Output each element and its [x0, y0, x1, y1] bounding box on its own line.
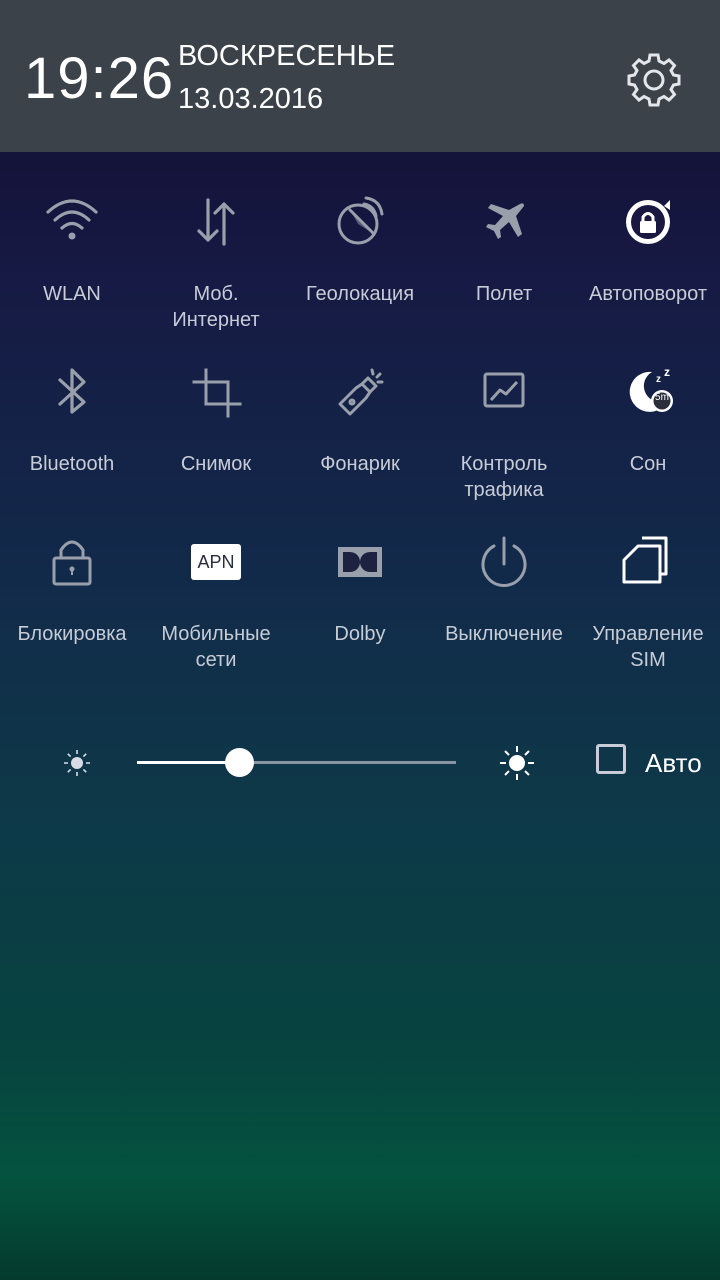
- tile-geolocation[interactable]: Геолокация: [288, 160, 432, 330]
- tile-label: Контроль трафика: [460, 453, 548, 501]
- tile-label: Управление SIM: [592, 623, 704, 671]
- auto-brightness-label: Авто: [645, 748, 702, 778]
- tile-screenshot[interactable]: Снимок: [144, 330, 288, 500]
- bluetooth-icon: [58, 368, 86, 414]
- brightness-slider[interactable]: [137, 748, 456, 777]
- tile-bluetooth[interactable]: Bluetooth: [0, 330, 144, 500]
- brightness-row: Авто: [0, 720, 720, 810]
- tile-autorotate[interactable]: Автоповорот: [576, 160, 720, 330]
- mobile-data-icon: [197, 198, 235, 246]
- power-icon: [481, 536, 527, 587]
- sleep-timer-badge: 5m: [655, 392, 669, 403]
- tile-lock[interactable]: Блокировка: [0, 500, 144, 670]
- status-header: 19:26 ВОСКРЕСЕНЬЕ 13.03.2016: [0, 0, 720, 152]
- lock-icon: [52, 540, 92, 586]
- tile-sim-management[interactable]: Управление SIM: [576, 500, 720, 671]
- tile-mobile-internet[interactable]: Моб. Интернет: [144, 160, 288, 331]
- auto-brightness-checkbox[interactable]: [596, 744, 626, 774]
- traffic-chart-icon: [483, 372, 525, 408]
- tile-label: Снимок: [180, 453, 252, 475]
- tile-flight-mode[interactable]: Полет: [432, 160, 576, 330]
- brightness-slider-fill: [137, 761, 240, 764]
- tile-label: Полет: [475, 283, 533, 305]
- apn-icon: APN: [184, 530, 248, 594]
- svg-text:z: z: [656, 374, 661, 385]
- settings-button[interactable]: [626, 52, 682, 108]
- crop-icon: [192, 368, 242, 418]
- rotation-lock-icon: [626, 200, 670, 244]
- brightness-high-icon: [500, 746, 534, 780]
- flashlight-icon: [338, 368, 384, 416]
- tile-traffic-control[interactable]: Контроль трафика: [432, 330, 576, 501]
- date-label: 13.03.2016: [178, 83, 324, 115]
- weekday-label: ВОСКРЕСЕНЬЕ: [178, 40, 396, 72]
- tile-label: Геолокация: [305, 283, 415, 305]
- tile-label: Блокировка: [17, 623, 127, 645]
- tile-label: WLAN: [43, 283, 101, 305]
- tile-sleep[interactable]: z z 5m Сон: [576, 330, 720, 500]
- tile-label: Выключение: [445, 623, 563, 645]
- tile-label: Автоповорот: [588, 283, 708, 305]
- tile-label: Моб. Интернет: [172, 283, 260, 331]
- tile-label: Dolby: [334, 623, 386, 645]
- clock-time: 19:26: [24, 46, 175, 111]
- tile-label: Фонарик: [320, 453, 400, 475]
- tile-flashlight[interactable]: Фонарик: [288, 330, 432, 500]
- svg-text:z: z: [664, 365, 670, 379]
- tile-label: Bluetooth: [29, 453, 115, 475]
- dolby-icon: [338, 547, 382, 577]
- tile-power-off[interactable]: Выключение: [432, 500, 576, 670]
- sim-cards-icon: [622, 536, 668, 584]
- apn-badge: APN: [191, 544, 241, 580]
- tile-label: Мобильные сети: [161, 623, 271, 671]
- tile-wlan[interactable]: WLAN: [0, 160, 144, 330]
- tile-label: Сон: [629, 453, 667, 475]
- tile-dolby[interactable]: Dolby: [288, 500, 432, 670]
- location-icon: [337, 196, 384, 245]
- wifi-icon: [46, 199, 98, 240]
- brightness-low-icon: [64, 750, 90, 776]
- tile-mobile-networks[interactable]: APN Мобильные сети: [144, 500, 288, 671]
- brightness-slider-thumb[interactable]: [225, 748, 255, 777]
- gear-icon: [627, 53, 681, 107]
- airplane-icon: [486, 203, 524, 239]
